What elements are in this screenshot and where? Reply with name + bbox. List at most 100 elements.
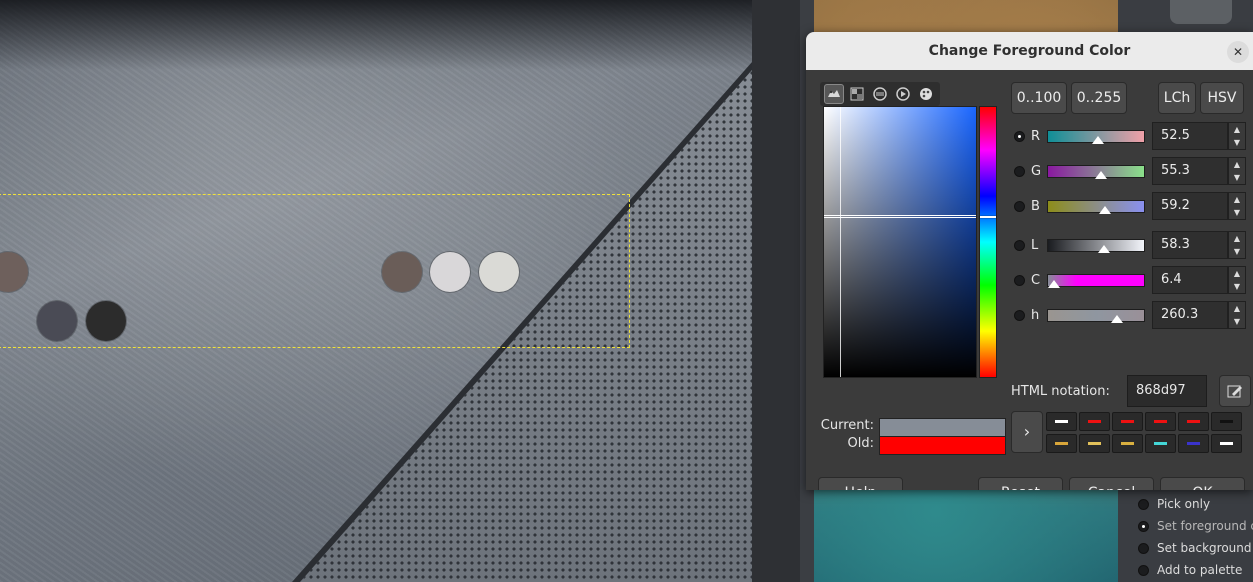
channel-value-input[interactable]: 59.2 (1152, 192, 1228, 220)
range-0-255-button[interactable]: 0..255 (1071, 82, 1127, 114)
channel-value-input[interactable]: 6.4 (1152, 266, 1228, 294)
palette-selector-icon[interactable] (916, 84, 936, 104)
history-swatch[interactable] (1112, 412, 1143, 431)
channel-r: R 52.5 ▲ ▼ (1014, 122, 1246, 150)
cmyk-selector-icon[interactable] (847, 84, 867, 104)
history-color-bar (1187, 420, 1200, 423)
channel-radio[interactable] (1014, 309, 1025, 321)
change-foreground-color-dialog: Change Foreground Color ✕ 0..100 0..255 … (806, 32, 1253, 490)
channel-slider[interactable] (1047, 164, 1145, 179)
channel-radio[interactable] (1014, 130, 1025, 142)
leather-shadow (0, 0, 752, 70)
history-swatch[interactable] (1079, 412, 1110, 431)
watercolor-selector-icon[interactable] (870, 84, 890, 104)
option-pick-only[interactable]: Pick only (1138, 494, 1210, 514)
history-swatch[interactable] (1178, 412, 1209, 431)
channel-b: B 59.2 ▲ ▼ (1014, 192, 1246, 220)
channel-value-input[interactable]: 52.5 (1152, 122, 1228, 150)
history-swatch[interactable] (1145, 434, 1176, 453)
html-notation-row: HTML notation: 868d97 (1011, 375, 1251, 407)
channel-label: B (1031, 198, 1040, 214)
channel-l: L 58.3 ▲ ▼ (1014, 231, 1246, 259)
spin-arrows[interactable]: ▲ ▼ (1228, 266, 1246, 294)
history-color-bar (1088, 420, 1101, 423)
html-notation-input[interactable]: 868d97 (1127, 375, 1207, 407)
history-color-bar (1121, 442, 1134, 445)
spin-arrows[interactable]: ▲ ▼ (1228, 192, 1246, 220)
channel-label: h (1031, 307, 1040, 323)
channel-slider[interactable] (1047, 238, 1145, 253)
help-button[interactable]: Help (818, 477, 903, 490)
color-sample-dot (479, 252, 519, 292)
slider-marker (1092, 135, 1105, 144)
triangle-selector-icon[interactable] (893, 84, 913, 104)
option-label: Pick only (1157, 497, 1211, 511)
history-swatch[interactable] (1145, 412, 1176, 431)
history-color-bar (1187, 442, 1200, 445)
spin-arrows[interactable]: ▲ ▼ (1228, 301, 1246, 329)
hue-slider[interactable] (979, 106, 997, 378)
option-label: Set background c (1157, 541, 1253, 555)
cancel-button[interactable]: Cancel (1069, 477, 1154, 490)
dialog-titlebar[interactable]: Change Foreground Color ✕ (806, 32, 1253, 71)
history-swatch[interactable] (1178, 434, 1209, 453)
color-picker-button[interactable] (1219, 375, 1251, 407)
spin-arrows[interactable]: ▲ ▼ (1228, 157, 1246, 185)
hsv-button[interactable]: HSV (1200, 82, 1244, 114)
panel-divider (752, 0, 800, 582)
color-sample-dot (86, 301, 126, 341)
radio-icon (1138, 542, 1149, 554)
spin-arrows[interactable]: ▲ ▼ (1228, 231, 1246, 259)
ok-button[interactable]: OK (1160, 477, 1245, 490)
html-notation-label: HTML notation: (1011, 383, 1110, 399)
channel-slider[interactable] (1047, 273, 1145, 288)
history-color-bar (1154, 420, 1167, 423)
add-to-history-button[interactable]: › (1011, 411, 1043, 453)
channel-radio[interactable] (1014, 200, 1025, 212)
history-color-bar (1088, 442, 1101, 445)
slider-marker (1097, 244, 1110, 253)
option-add-to-palette[interactable]: Add to palette (1138, 560, 1242, 580)
channel-slider[interactable] (1047, 199, 1145, 214)
channel-value-input[interactable]: 58.3 (1152, 231, 1228, 259)
saturation-value-picker[interactable] (823, 106, 977, 378)
history-swatch[interactable] (1112, 434, 1143, 453)
channel-radio[interactable] (1014, 239, 1025, 251)
history-swatch[interactable] (1046, 412, 1077, 431)
history-color-bar (1055, 420, 1068, 423)
slider-marker (1098, 205, 1111, 214)
spin-arrows[interactable]: ▲ ▼ (1228, 122, 1246, 150)
option-set-foreground[interactable]: Set foreground c (1138, 516, 1253, 536)
wilber-selector-icon[interactable] (824, 84, 844, 104)
reset-button[interactable]: Reset (978, 477, 1063, 490)
history-color-bar (1220, 420, 1233, 423)
option-set-background[interactable]: Set background c (1138, 538, 1253, 558)
lch-button[interactable]: LCh (1158, 82, 1196, 114)
history-swatch[interactable] (1046, 434, 1077, 453)
slider-marker (1048, 279, 1061, 288)
channel-value-input[interactable]: 260.3 (1152, 301, 1228, 329)
old-color-swatch[interactable] (879, 436, 1006, 455)
history-color-bar (1055, 442, 1068, 445)
range-0-100-button[interactable]: 0..100 (1011, 82, 1067, 114)
picker-crosshair-horizontal (824, 215, 976, 218)
dialog-body: 0..100 0..255 LCh HSV R 52.5 ▲ ▼ G 55.3 ▲… (806, 70, 1253, 490)
channel-radio[interactable] (1014, 274, 1025, 286)
channel-value-input[interactable]: 55.3 (1152, 157, 1228, 185)
channel-c: C 6.4 ▲ ▼ (1014, 266, 1246, 294)
current-color-swatch (879, 418, 1006, 437)
panel-icon (1170, 0, 1232, 24)
close-button[interactable]: ✕ (1227, 41, 1249, 63)
image-canvas[interactable] (0, 0, 752, 582)
channel-slider[interactable] (1047, 308, 1145, 323)
old-label: Old: (847, 436, 874, 451)
channel-h: h 260.3 ▲ ▼ (1014, 301, 1246, 329)
channel-slider[interactable] (1047, 129, 1145, 144)
channel-radio[interactable] (1014, 165, 1025, 177)
close-icon: ✕ (1232, 45, 1244, 59)
history-swatch[interactable] (1211, 412, 1242, 431)
history-swatch[interactable] (1079, 434, 1110, 453)
dialog-title: Change Foreground Color (928, 43, 1131, 59)
color-sample-dot (37, 301, 77, 341)
history-swatch[interactable] (1211, 434, 1242, 453)
